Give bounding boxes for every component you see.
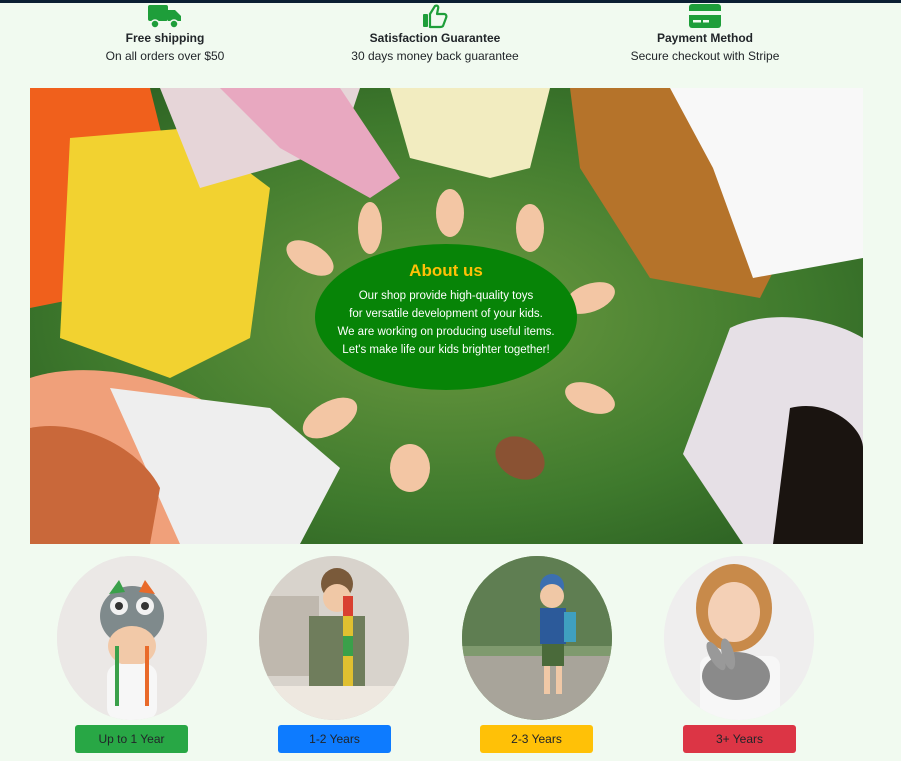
- about-us-title: About us: [409, 261, 483, 280]
- age-button-up-to-1-year[interactable]: Up to 1 Year: [75, 725, 188, 753]
- age-card-2-3: 2-3 Years: [462, 556, 612, 753]
- hero-kids-circle-photo: About us Our shop provide high-quality t…: [30, 88, 863, 544]
- about-us-bubble: About us Our shop provide high-quality t…: [315, 244, 577, 390]
- about-us-line: We are working on producing useful items…: [337, 326, 555, 338]
- about-us-line: Let's make life our kids brighter togeth…: [342, 344, 550, 356]
- feature-free-shipping: Free shipping On all orders over $50: [35, 3, 295, 64]
- age-button-3-plus-years[interactable]: 3+ Years: [683, 725, 796, 753]
- about-us-line: Our shop provide high-quality toys: [358, 290, 534, 302]
- feature-subtitle: 30 days money back guarantee: [351, 49, 519, 63]
- feature-title: Payment Method: [656, 31, 753, 45]
- about-us-line: for versatile development of your kids.: [349, 308, 543, 320]
- feature-satisfaction: Satisfaction Guarantee 30 days money bac…: [305, 3, 565, 64]
- thumbs-up-icon: [423, 4, 448, 29]
- age-button-2-3-years[interactable]: 2-3 Years: [480, 725, 593, 753]
- age-photo-girl-bunny[interactable]: [664, 556, 814, 720]
- features-strip: Free shipping On all orders over $50 Sat…: [0, 3, 901, 73]
- age-card-up-to-1: Up to 1 Year: [57, 556, 207, 753]
- feature-title: Free shipping: [125, 31, 205, 45]
- feature-subtitle: Secure checkout with Stripe: [630, 49, 780, 63]
- age-photo-toddler-blocks[interactable]: [259, 556, 409, 720]
- feature-payment: Payment Method Secure checkout with Stri…: [575, 3, 835, 64]
- truck-icon: [148, 5, 181, 29]
- credit-card-icon: [689, 4, 721, 28]
- age-photo-baby[interactable]: [57, 556, 207, 720]
- age-card-1-2: 1-2 Years: [259, 556, 409, 753]
- feature-subtitle: On all orders over $50: [105, 49, 225, 63]
- feature-title: Satisfaction Guarantee: [369, 31, 501, 45]
- age-photo-boy-backpack[interactable]: [462, 556, 612, 720]
- age-card-3-plus: 3+ Years: [664, 556, 814, 753]
- age-button-1-2-years[interactable]: 1-2 Years: [278, 725, 391, 753]
